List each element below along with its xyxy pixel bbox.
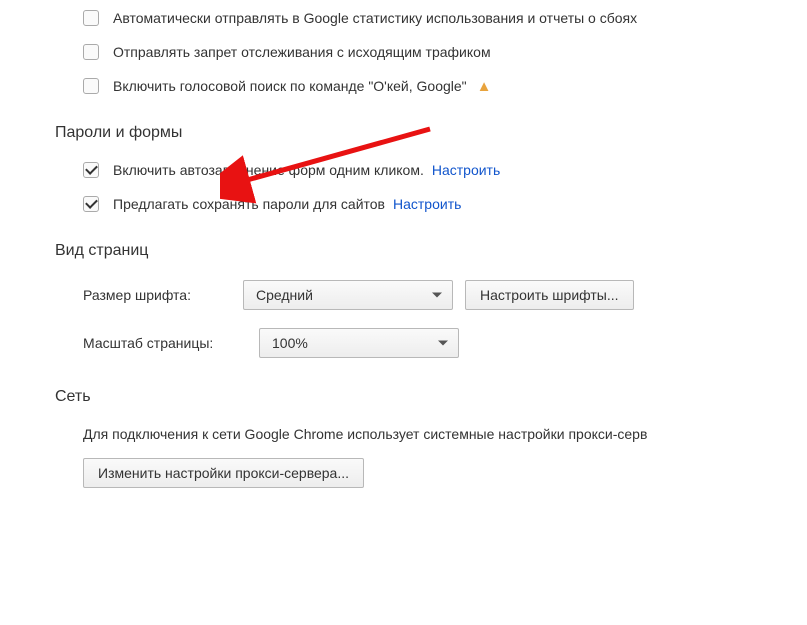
network-section-title: Сеть — [55, 388, 797, 406]
appearance-section-title: Вид страниц — [55, 242, 797, 260]
customize-fonts-button[interactable]: Настроить шрифты... — [465, 280, 634, 310]
savepw-configure-link[interactable]: Настроить — [393, 196, 461, 212]
chevron-down-icon — [438, 341, 448, 346]
stats-label: Автоматически отправлять в Google статис… — [113, 10, 637, 26]
autofill-configure-link[interactable]: Настроить — [432, 162, 500, 178]
dnt-label: Отправлять запрет отслеживания с исходящ… — [113, 44, 491, 60]
page-zoom-value: 100% — [272, 335, 308, 351]
autofill-label: Включить автозаполнение форм одним клико… — [113, 162, 424, 178]
font-size-value: Средний — [256, 287, 313, 303]
page-zoom-dropdown[interactable]: 100% — [259, 328, 459, 358]
savepw-label: Предлагать сохранять пароли для сайтов — [113, 196, 385, 212]
page-zoom-label: Масштаб страницы: — [83, 335, 243, 351]
dnt-checkbox[interactable] — [83, 44, 99, 60]
voice-checkbox[interactable] — [83, 78, 99, 94]
autofill-checkbox[interactable] — [83, 162, 99, 178]
chevron-down-icon — [432, 293, 442, 298]
proxy-settings-button[interactable]: Изменить настройки прокси-сервера... — [83, 458, 364, 488]
font-size-dropdown[interactable]: Средний — [243, 280, 453, 310]
font-size-label: Размер шрифта: — [83, 287, 243, 303]
savepw-checkbox[interactable] — [83, 196, 99, 212]
stats-checkbox[interactable] — [83, 10, 99, 26]
network-description: Для подключения к сети Google Chrome исп… — [55, 426, 797, 442]
voice-label: Включить голосовой поиск по команде "О'к… — [113, 78, 467, 94]
warning-icon: ▲ — [477, 79, 492, 94]
passwords-section-title: Пароли и формы — [55, 124, 797, 142]
